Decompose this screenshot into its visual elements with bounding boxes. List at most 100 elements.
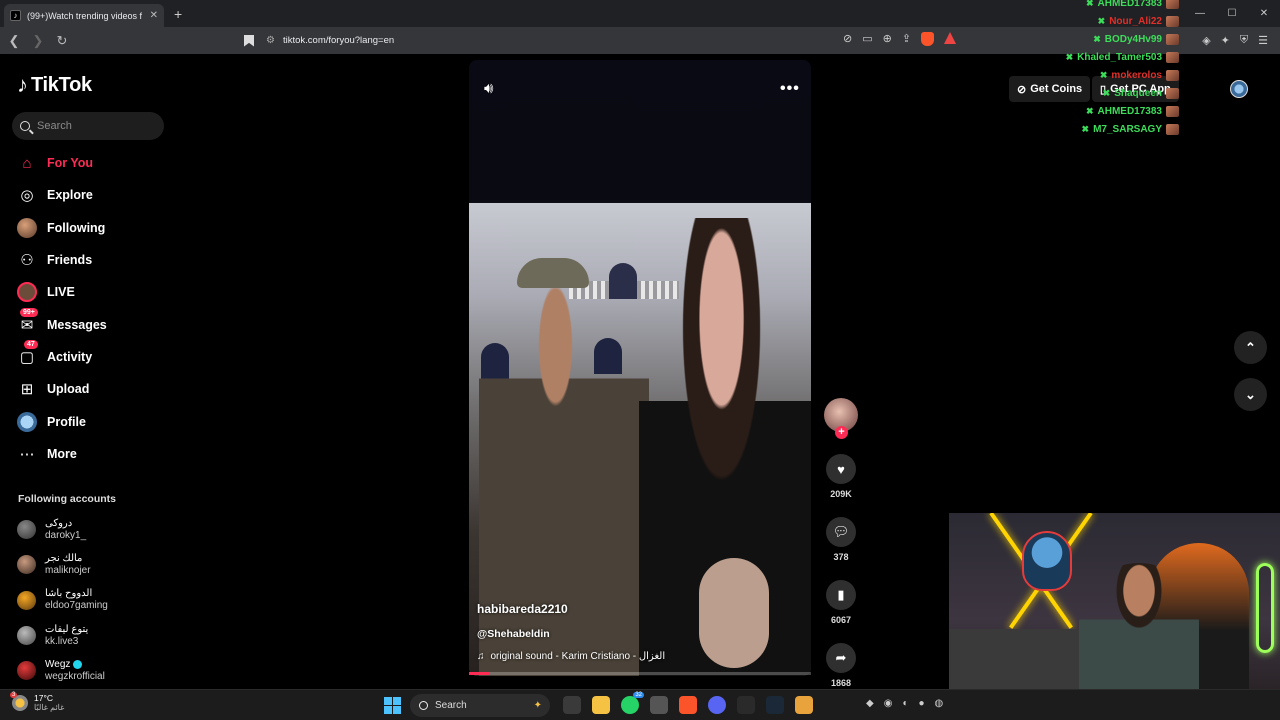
windows-start-icon[interactable] xyxy=(384,697,401,714)
list-item[interactable]: الدووح باشا eldoo7gaming xyxy=(17,583,108,618)
next-video-button[interactable]: ⌄ xyxy=(1234,378,1267,411)
brave-shields-icon[interactable] xyxy=(921,32,935,46)
tiktok-logo[interactable]: ♪ TikTok xyxy=(17,72,92,98)
sidebar-item-label: Upload xyxy=(47,382,90,397)
sidebar-item-following[interactable]: Following xyxy=(16,212,107,244)
video-progress-fill xyxy=(469,672,490,675)
save-button[interactable]: ▮ xyxy=(826,580,856,610)
sidebar-item-for-you[interactable]: ⌂ For You xyxy=(16,147,107,179)
more-options-icon[interactable]: ••• xyxy=(780,80,800,98)
sidebar-item-profile[interactable]: Profile xyxy=(16,405,107,437)
video-mention[interactable]: @Shehabeldin xyxy=(477,628,550,640)
profile-avatar-icon xyxy=(16,411,38,433)
tab-close-icon[interactable]: ✕ xyxy=(150,10,158,21)
video-author[interactable]: habibareda2210 xyxy=(477,602,568,616)
shield-icon[interactable]: ⛨ xyxy=(1240,34,1248,47)
temperature: 17°C xyxy=(34,693,53,703)
creator-avatar[interactable]: + xyxy=(824,398,858,439)
sword-badge-icon: ✖ xyxy=(1097,16,1106,27)
snipping-tool-icon[interactable] xyxy=(650,696,668,714)
tray-app-icon[interactable]: ● xyxy=(918,698,924,709)
tray-app-icon[interactable]: ◉ xyxy=(884,698,893,709)
sidebar-item-friends[interactable]: ⚇ Friends xyxy=(16,244,107,276)
logo-text: TikTok xyxy=(31,73,92,96)
sword-badge-icon: ✖ xyxy=(1085,105,1094,116)
tab-title: (99+)Watch trending videos f xyxy=(27,10,142,21)
like-button[interactable]: ♥ xyxy=(826,454,856,484)
zoom-icon[interactable]: ⊕ xyxy=(883,32,892,46)
account-username: maliknojer xyxy=(45,564,91,576)
forward-arrow-icon[interactable]: ❯ xyxy=(28,33,48,49)
comment-button[interactable]: 💬︎ xyxy=(826,517,856,547)
new-tab-button[interactable]: + xyxy=(174,6,182,22)
chat-username: Shaqueen xyxy=(1114,87,1162,99)
video-player[interactable] xyxy=(469,60,811,676)
close-window-button[interactable]: ✕ xyxy=(1248,0,1280,27)
follow-plus-icon[interactable]: + xyxy=(835,426,848,439)
video-music[interactable]: ♫ original sound - Karim Cristiano - الغ… xyxy=(477,651,665,662)
discord-tray-icon[interactable]: ◍ xyxy=(935,698,944,709)
messages-icon: ✉ 99+ xyxy=(16,307,38,336)
list-item[interactable]: دروكى daroky1_ xyxy=(17,512,108,547)
more-dots-icon: ⋯ xyxy=(19,445,35,463)
chat-avatar-icon xyxy=(1166,87,1179,99)
reload-icon[interactable]: ↻ xyxy=(52,33,72,49)
streamer-webcam xyxy=(949,513,1280,689)
sidebar-item-live[interactable]: LIVE xyxy=(16,276,107,308)
sidebar-item-upload[interactable]: ⊞ Upload xyxy=(16,373,107,405)
live-icon xyxy=(16,281,38,303)
bookmark-icon[interactable] xyxy=(244,34,254,47)
previous-video-button[interactable]: ⌃ xyxy=(1234,331,1267,364)
file-explorer-icon[interactable] xyxy=(592,696,610,714)
chat-message: ✖ M7_SARSAGY xyxy=(1066,120,1179,138)
no-sound-icon[interactable]: ⊘ xyxy=(843,32,852,46)
tray-app-icon[interactable]: ◐ xyxy=(902,698,908,709)
volume-icon[interactable]: 🔊︎ xyxy=(484,80,493,97)
taskbar-search-label: Search xyxy=(435,700,467,711)
video-progress-bar[interactable] xyxy=(469,672,811,675)
site-settings-icon[interactable]: ⚙ xyxy=(266,35,275,46)
leo-icon[interactable]: ✦ xyxy=(1221,34,1230,47)
discord-icon[interactable] xyxy=(708,696,726,714)
chat-avatar-icon xyxy=(1166,123,1179,135)
tray-app-icon[interactable]: ◆ xyxy=(866,698,874,709)
app-icon[interactable] xyxy=(795,696,813,714)
extension-icon[interactable]: ◈ xyxy=(1202,34,1210,47)
task-view-icon[interactable] xyxy=(563,696,581,714)
avatar xyxy=(17,590,36,610)
terminal-icon[interactable] xyxy=(737,696,755,714)
search-input[interactable]: Search xyxy=(12,112,164,140)
list-item[interactable]: مالك نجر maliknojer xyxy=(17,547,108,582)
chevron-down-icon: ⌄ xyxy=(1245,386,1256,402)
maximize-button[interactable]: ☐ xyxy=(1216,0,1248,27)
sword-badge-icon: ✖ xyxy=(1099,70,1108,80)
streamer-logo-icon xyxy=(1022,531,1072,591)
minimize-button[interactable]: — xyxy=(1184,0,1216,27)
scene-cap xyxy=(517,258,589,288)
sword-badge-icon: ✖ xyxy=(1085,0,1094,9)
brave-rewards-icon[interactable] xyxy=(944,32,957,44)
coin-icon: ⊘ xyxy=(1017,83,1027,96)
sidebar-item-explore[interactable]: ◎ Explore xyxy=(16,179,107,211)
list-item[interactable]: Wegz wegzkrofficial xyxy=(17,653,108,688)
menu-icon[interactable]: ☰ xyxy=(1258,34,1268,47)
browser-tab[interactable]: ♪ (99+)Watch trending videos f ✕ xyxy=(4,4,164,27)
brave-browser-icon[interactable] xyxy=(679,696,697,714)
share-icon[interactable]: ⇪ xyxy=(902,32,911,46)
sidebar-item-activity[interactable]: ▢ 47 Activity xyxy=(16,339,107,373)
share-button[interactable]: ➦ xyxy=(826,643,856,673)
chat-message: ✖ AHMED17383 xyxy=(1066,102,1179,120)
sidebar-item-more[interactable]: ⋯ More xyxy=(16,438,107,470)
cast-icon[interactable]: ▭ xyxy=(862,32,872,46)
list-item[interactable]: يتوع ليفات kk.live3 xyxy=(17,618,108,653)
back-arrow-icon[interactable]: ❮ xyxy=(4,33,24,49)
steam-icon[interactable] xyxy=(766,696,784,714)
profile-avatar[interactable] xyxy=(1230,80,1248,98)
weather-widget[interactable]: 3 17°C غائم غالبًا xyxy=(10,692,64,713)
whatsapp-count: 32 xyxy=(633,692,644,698)
taskbar-search[interactable]: Search ✦ xyxy=(410,694,550,717)
sword-badge-icon: ✖ xyxy=(1102,87,1111,98)
whatsapp-icon[interactable]: 32 xyxy=(621,692,644,714)
chat-avatar-icon xyxy=(1166,16,1179,28)
sidebar-item-messages[interactable]: ✉ 99+ Messages xyxy=(16,307,107,340)
